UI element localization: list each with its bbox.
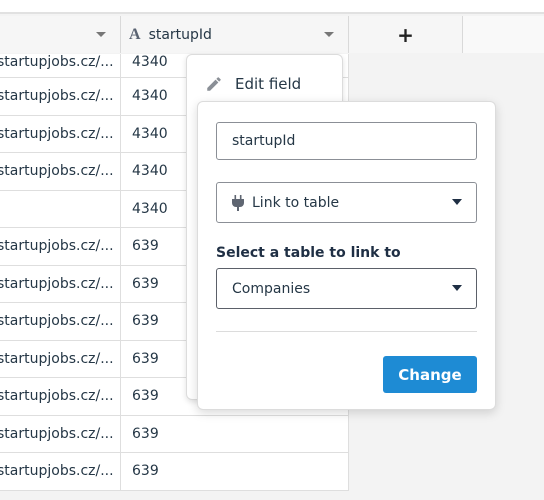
cell-url[interactable]: startupjobs.cz/...	[0, 453, 121, 490]
column-dropdown-icon[interactable]	[324, 32, 334, 37]
cell-url[interactable]: startupjobs.cz/...	[0, 115, 121, 152]
pencil-icon	[207, 77, 221, 91]
cell-url[interactable]: startupjobs.cz/...	[0, 78, 121, 115]
select-table-label: Select a table to link to	[216, 245, 401, 261]
plug-icon	[232, 194, 244, 211]
cell-url[interactable]: startupjobs.cz/...	[0, 378, 121, 415]
cell-url[interactable]	[0, 190, 121, 227]
cell-url[interactable]: startupjobs.cz/...	[0, 153, 121, 190]
edit-field-panel: startupId Link to table Select a table t…	[197, 101, 496, 410]
grid-header: A startupId +	[0, 16, 544, 53]
chevron-down-icon	[452, 199, 462, 205]
cell-url[interactable]: startupjobs.cz/...	[0, 265, 121, 302]
cell-startupid[interactable]: 639	[121, 415, 349, 452]
cell-url[interactable]: startupjobs.cz/...	[0, 415, 121, 452]
column-header-url[interactable]	[0, 16, 121, 53]
change-button[interactable]: Change	[383, 356, 477, 393]
cell-url[interactable]: startupjobs.cz/...	[0, 303, 121, 340]
column-header-label: startupId	[148, 26, 212, 43]
divider	[216, 331, 477, 332]
field-type-select[interactable]: Link to table	[216, 182, 477, 223]
header-filler	[463, 16, 544, 53]
top-bar	[0, 0, 544, 14]
chevron-down-icon	[452, 285, 462, 291]
cell-url[interactable]: startupjobs.cz/...	[0, 340, 121, 377]
cell-startupid[interactable]: 639	[121, 453, 349, 490]
column-dropdown-icon[interactable]	[96, 32, 106, 37]
text-type-icon: A	[129, 25, 141, 43]
cell-url[interactable]: startupjobs.cz/...	[0, 54, 121, 77]
column-header-startupid[interactable]: A startupId	[121, 16, 349, 53]
menu-item-edit-field[interactable]: Edit field	[205, 75, 301, 93]
add-column-button[interactable]: +	[349, 16, 463, 53]
field-name-input[interactable]: startupId	[216, 122, 477, 160]
table-row[interactable]: startupjobs.cz/... 639	[0, 415, 349, 453]
plus-icon: +	[397, 22, 414, 47]
table-row[interactable]: startupjobs.cz/... 639	[0, 453, 349, 491]
cell-url[interactable]: startupjobs.cz/...	[0, 228, 121, 265]
link-table-select[interactable]: Companies	[216, 268, 477, 309]
